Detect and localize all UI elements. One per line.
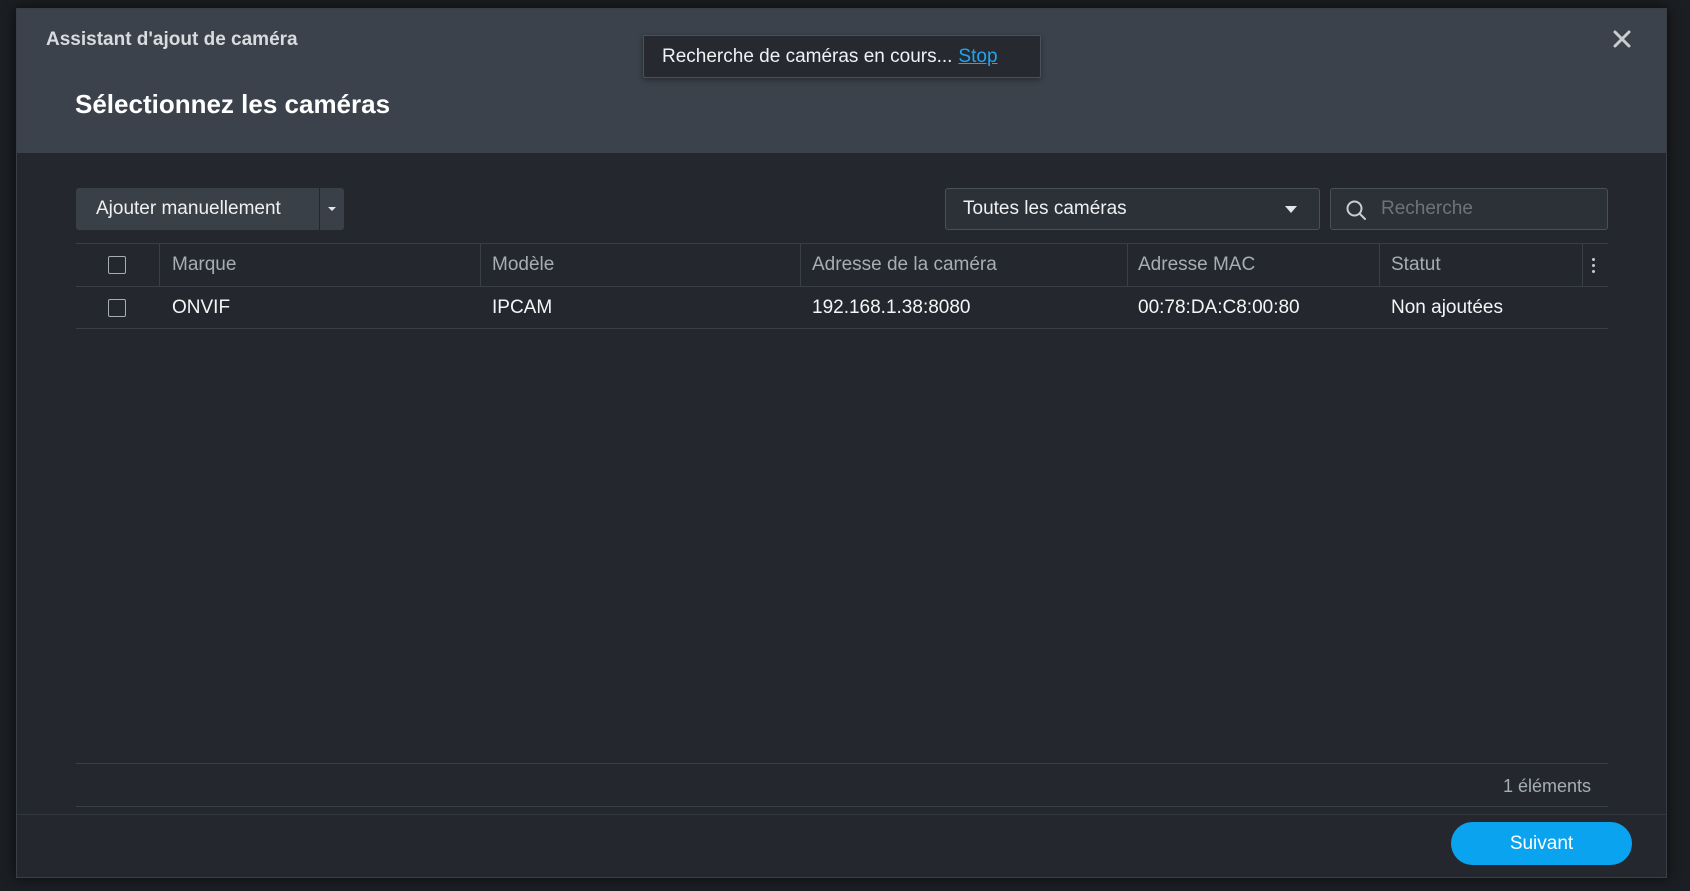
stop-search-link[interactable]: Stop: [958, 46, 997, 68]
close-icon: [1613, 30, 1631, 48]
camera-filter-value: Toutes les caméras: [963, 198, 1127, 219]
select-all-cell: [108, 244, 126, 286]
column-divider: [1379, 244, 1380, 286]
cell-mac-address: 00:78:DA:C8:00:80: [1138, 297, 1300, 318]
search-box: [1330, 188, 1608, 230]
camera-table: Marque Modèle Adresse de la caméra Adres…: [76, 243, 1608, 329]
column-divider: [1582, 244, 1583, 286]
column-divider: [159, 244, 160, 286]
table-footer-divider: [76, 763, 1608, 764]
row-checkbox[interactable]: [108, 299, 126, 317]
header-brand[interactable]: Marque: [172, 244, 236, 286]
window-title: Assistant d'ajout de caméra: [46, 29, 298, 50]
add-manually-button[interactable]: Ajouter manuellement: [76, 188, 319, 230]
dialog-footer-divider: [17, 814, 1666, 815]
header-camera-address[interactable]: Adresse de la caméra: [812, 244, 997, 286]
cell-model: IPCAM: [492, 297, 553, 318]
search-icon: [1346, 200, 1366, 220]
row-select-cell: [108, 287, 126, 329]
caret-down-icon: [1285, 206, 1297, 213]
header-model[interactable]: Modèle: [492, 244, 554, 286]
select-all-checkbox[interactable]: [108, 256, 126, 274]
cell-status: Non ajoutées: [1391, 297, 1503, 318]
table-footer-divider: [76, 806, 1608, 807]
item-count: 1 éléments: [1502, 776, 1591, 796]
next-button[interactable]: Suivant: [1451, 822, 1632, 865]
column-options-button[interactable]: [1590, 244, 1596, 286]
page-title: Sélectionnez les caméras: [75, 89, 391, 119]
header-mac-address[interactable]: Adresse MAC: [1138, 244, 1255, 286]
search-status-text: Recherche de caméras en cours...: [662, 45, 953, 67]
add-camera-dialog: Assistant d'ajout de caméra Sélectionnez…: [16, 8, 1667, 878]
dialog-header: Assistant d'ajout de caméra Sélectionnez…: [17, 9, 1666, 153]
add-options-dropdown-button[interactable]: [320, 188, 344, 230]
table-row[interactable]: ONVIF IPCAM 192.168.1.38:8080 00:78:DA:C…: [76, 286, 1608, 329]
column-divider: [800, 244, 801, 286]
table-header-row: Marque Modèle Adresse de la caméra Adres…: [76, 243, 1608, 286]
search-status-toast: Recherche de caméras en cours... Stop: [643, 35, 1041, 78]
column-divider: [1127, 244, 1128, 286]
more-vertical-icon: [1590, 255, 1596, 276]
caret-down-icon: [328, 207, 336, 211]
close-button[interactable]: [1608, 25, 1636, 53]
search-input[interactable]: [1381, 189, 1601, 229]
camera-filter-select[interactable]: Toutes les caméras: [945, 188, 1320, 230]
column-divider: [480, 244, 481, 286]
add-manually-split-button: Ajouter manuellement: [76, 188, 344, 230]
cell-brand: ONVIF: [172, 297, 231, 318]
header-status[interactable]: Statut: [1391, 244, 1441, 286]
cell-camera-address: 192.168.1.38:8080: [812, 297, 971, 318]
